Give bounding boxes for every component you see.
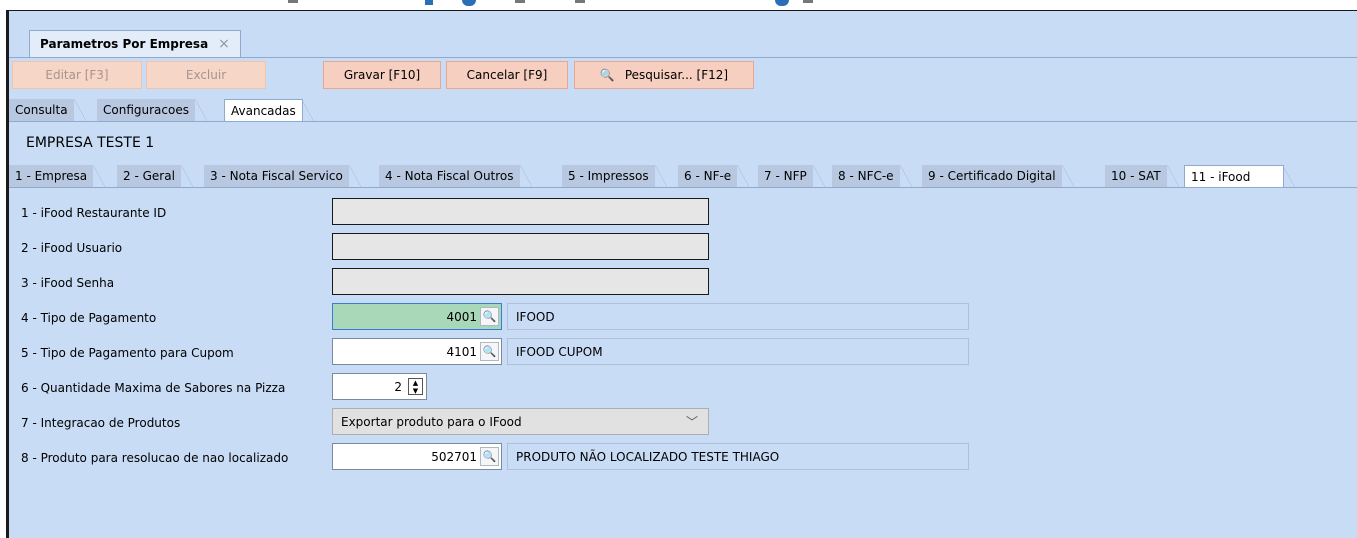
payment-type-label: 4 - Tipo de Pagamento (21, 311, 157, 325)
section-tabs-divider (9, 187, 1357, 188)
top-bar-icon (462, 0, 476, 6)
tab-empresa[interactable]: 1 - Empresa (9, 165, 106, 187)
product-integration-value: Exportar produto para o IFood (341, 414, 522, 429)
lookup-icon[interactable]: 🔍 (480, 307, 499, 326)
tab-nf-e[interactable]: 6 - NF-e (678, 165, 750, 187)
product-integration-select[interactable]: Exportar produto para o IFood ﹀ (332, 408, 709, 435)
tab-nota-fiscal-outros[interactable]: 4 - Nota Fiscal Outros (379, 165, 532, 187)
company-name: EMPRESA TESTE 1 (26, 135, 155, 151)
not-found-product-code: 502701 (431, 449, 477, 464)
tab-nfc-e[interactable]: 8 - NFC-e (832, 165, 912, 187)
ifood-password-field[interactable] (332, 268, 709, 295)
max-flavors-value: 2 (394, 379, 402, 394)
payment-type-code-field[interactable]: 4001 🔍 (332, 303, 502, 330)
restaurant-id-field[interactable] (332, 198, 709, 225)
close-icon[interactable]: × (218, 36, 230, 52)
document-tab-title: Parametros Por Empresa (40, 37, 209, 51)
edit-button[interactable]: Editar [F3] (12, 61, 142, 89)
max-flavors-stepper[interactable]: 2 ▲ ▼ (332, 373, 427, 400)
stepper-arrows-icon[interactable]: ▲ ▼ (408, 378, 423, 395)
top-bar-dash (803, 0, 813, 3)
tab-nota-fiscal-servico[interactable]: 3 - Nota Fiscal Servico (204, 165, 361, 187)
payment-type-code: 4001 (446, 309, 477, 324)
coupon-payment-label: 5 - Tipo de Pagamento para Cupom (21, 346, 234, 360)
top-bar-dash (575, 0, 585, 3)
delete-button[interactable]: Excluir (146, 61, 266, 89)
coupon-payment-code-field[interactable]: 4101 🔍 (332, 338, 502, 365)
ifood-password-label: 3 - iFood Senha (21, 276, 115, 290)
top-bar-marker (425, 0, 433, 5)
max-flavors-label: 6 - Quantidade Maxima de Sabores na Pizz… (21, 381, 286, 395)
tab-impressos[interactable]: 5 - Impressos (562, 165, 667, 187)
tab-ifood[interactable]: 11 - iFood (1184, 165, 1295, 188)
not-found-product-code-field[interactable]: 502701 🔍 (332, 443, 502, 470)
tab-nfp[interactable]: 7 - NFP (758, 165, 825, 187)
ifood-user-field[interactable] (332, 233, 709, 260)
document-tab[interactable]: Parametros Por Empresa × (29, 30, 241, 57)
tab-consulta[interactable]: Consulta (9, 99, 86, 121)
save-button[interactable]: Gravar [F10] (323, 61, 441, 89)
lookup-icon[interactable]: 🔍 (480, 342, 499, 361)
top-bar-icon (775, 0, 789, 6)
top-bar-dash (515, 0, 525, 3)
search-icon: 🔍 (599, 68, 615, 82)
tab-certificado-digital[interactable]: 9 - Certificado Digital (922, 165, 1074, 187)
main-window: Parametros Por Empresa × Editar [F3] Exc… (6, 10, 1357, 538)
cancel-button[interactable]: Cancelar [F9] (446, 61, 568, 89)
not-found-product-description: PRODUTO NÃO LOCALIZADO TESTE THIAGO (507, 443, 969, 470)
not-found-product-label: 8 - Produto para resolucao de nao locali… (21, 451, 289, 465)
tab-sat[interactable]: 10 - SAT (1105, 165, 1179, 187)
coupon-payment-description: IFOOD CUPOM (507, 338, 969, 365)
search-button-label: Pesquisar... [F12] (624, 68, 729, 82)
lookup-icon[interactable]: 🔍 (480, 447, 499, 466)
tab-geral[interactable]: 2 - Geral (117, 165, 193, 187)
product-integration-label: 7 - Integracao de Produtos (21, 416, 181, 430)
payment-type-description: IFOOD (507, 303, 969, 330)
search-button[interactable]: 🔍 Pesquisar... [F12] (574, 61, 754, 89)
top-bar-dash (288, 0, 298, 3)
view-tabs-divider (9, 121, 1357, 122)
tab-avancadas[interactable]: Avancadas (224, 99, 314, 122)
document-tab-divider (9, 57, 1357, 58)
restaurant-id-label: 1 - iFood Restaurante ID (21, 206, 167, 220)
chevron-down-icon: ﹀ (685, 415, 698, 429)
tab-configuracoes[interactable]: Configuracoes (97, 99, 207, 121)
coupon-payment-code: 4101 (446, 344, 477, 359)
ifood-user-label: 2 - iFood Usuario (21, 241, 123, 255)
